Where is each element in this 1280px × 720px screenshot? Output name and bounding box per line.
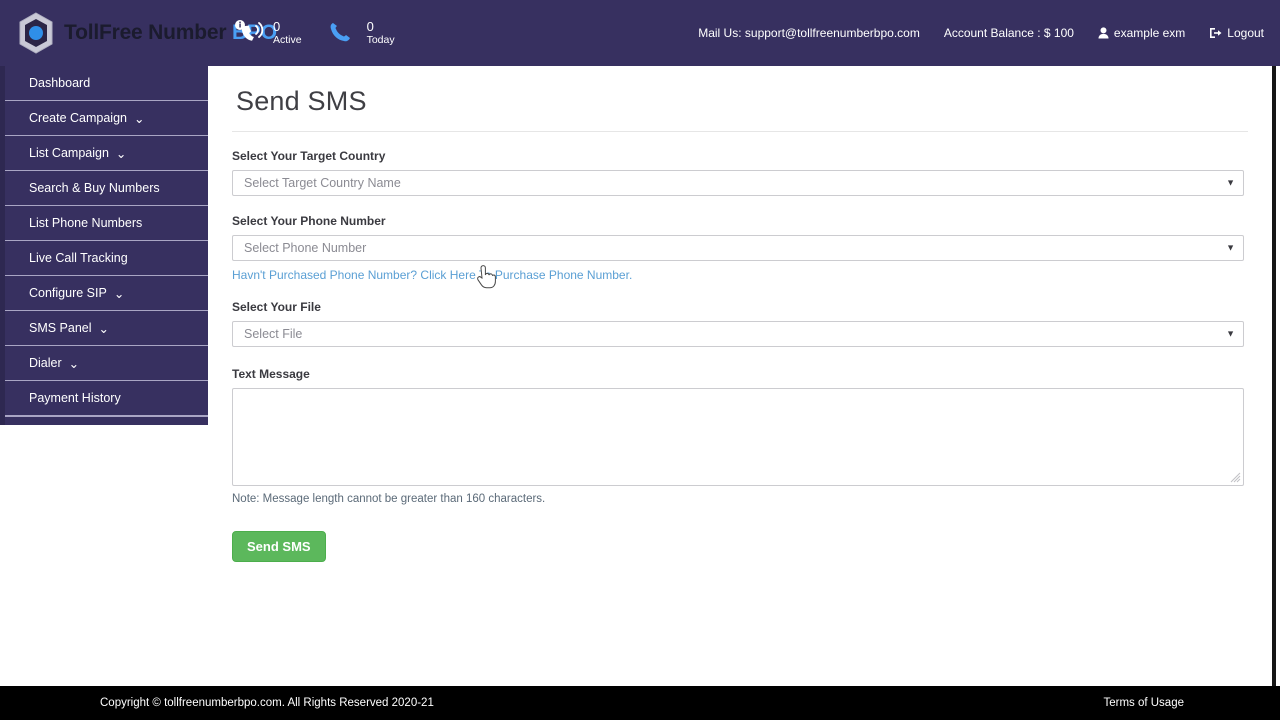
- send-sms-form: Select Your Target Country Select Target…: [232, 132, 1248, 562]
- sidebar-item-label: Configure SIP: [29, 286, 107, 300]
- field-target-country: Select Your Target Country Select Target…: [232, 149, 1248, 196]
- stat-active-value: 0: [273, 18, 281, 34]
- sidebar-item-configure-sip[interactable]: Configure SIP ⌄: [5, 276, 208, 311]
- target-country-value: Select Target Country Name: [244, 176, 401, 190]
- message-length-note: Note: Message length cannot be greater t…: [232, 493, 546, 505]
- sidebar-item-list-campaign[interactable]: List Campaign ⌄: [5, 136, 208, 171]
- sidebar-item-label: Dashboard: [29, 76, 91, 90]
- chevron-down-icon: ▼: [1226, 328, 1235, 339]
- hexagon-circle-logo-icon: [16, 11, 56, 55]
- chevron-down-icon: ⌄: [113, 286, 125, 301]
- header-right-links: Mail Us: support@tollfreenumberbpo.com A…: [698, 26, 1280, 40]
- sidebar-item-payment-history[interactable]: Payment History: [5, 381, 208, 416]
- stat-today-value: 0: [366, 18, 374, 34]
- sidebar-item-sms-panel[interactable]: SMS Panel ⌄: [5, 311, 208, 346]
- sidebar-item-search-buy-numbers[interactable]: Search & Buy Numbers: [5, 171, 208, 206]
- chevron-down-icon: ⌄: [133, 111, 145, 126]
- sidebar-item-label: Payment History: [29, 391, 121, 405]
- sidebar-item-dashboard[interactable]: Dashboard: [5, 66, 208, 101]
- target-country-select[interactable]: Select Target Country Name ▼: [232, 170, 1244, 196]
- send-sms-button[interactable]: Send SMS: [232, 531, 326, 562]
- user-profile-link[interactable]: example exm: [1098, 26, 1185, 40]
- stat-today-label: Today: [366, 34, 395, 47]
- phone-number-value: Select Phone Number: [244, 241, 367, 255]
- header-stats: 0 Active 0 Today: [234, 19, 395, 47]
- top-header-bar: TollFree Number BPO 0 Active 0 Today Mai…: [0, 0, 1280, 66]
- sidebar-item-label: List Campaign: [29, 146, 109, 160]
- sidebar-navigation: Dashboard Create Campaign ⌄ List Campaig…: [0, 66, 208, 425]
- page-footer: Copyright © tollfreenumberbpo.com. All R…: [0, 686, 1280, 720]
- sidebar-item-label: Search & Buy Numbers: [29, 181, 160, 195]
- main-content-panel: Send SMS Select Your Target Country Sele…: [208, 66, 1276, 686]
- stat-today-calls[interactable]: 0 Today: [328, 19, 395, 47]
- stat-active-calls[interactable]: 0 Active: [234, 19, 302, 47]
- chevron-down-icon: ▼: [1226, 242, 1235, 253]
- sidebar-item-live-call-tracking[interactable]: Live Call Tracking: [5, 241, 208, 276]
- phone-handset-icon: [328, 19, 360, 47]
- chevron-down-icon: ⌄: [115, 146, 127, 161]
- page-title: Send SMS: [232, 66, 1248, 132]
- stat-active-label: Active: [273, 34, 302, 47]
- chevron-down-icon: ▼: [1226, 177, 1235, 188]
- copyright-text: Copyright © tollfreenumberbpo.com. All R…: [100, 697, 434, 709]
- sidebar-item-label: Live Call Tracking: [29, 251, 128, 265]
- logout-button[interactable]: Logout: [1209, 26, 1264, 40]
- sidebar-item-label: Dialer: [29, 356, 62, 370]
- brand-title-main: TollFree Number: [64, 21, 232, 44]
- chevron-down-icon: ⌄: [68, 356, 80, 371]
- field-text-message: Text Message Note: Message length cannot…: [232, 367, 1248, 505]
- app-window: TollFree Number BPO 0 Active 0 Today Mai…: [0, 0, 1280, 720]
- chevron-down-icon: ⌄: [98, 321, 110, 336]
- purchase-phone-number-link[interactable]: Havn't Purchased Phone Number? Click Her…: [232, 268, 632, 282]
- field-phone-number: Select Your Phone Number Select Phone Nu…: [232, 214, 1248, 282]
- phone-number-select[interactable]: Select Phone Number ▼: [232, 235, 1244, 261]
- field-select-file: Select Your File Select File ▼: [232, 300, 1248, 347]
- select-file-select[interactable]: Select File ▼: [232, 321, 1244, 347]
- terms-of-usage-link[interactable]: Terms of Usage: [1103, 697, 1184, 709]
- phone-waves-info-icon: [234, 19, 266, 47]
- phone-number-label: Select Your Phone Number: [232, 214, 386, 228]
- mail-us-text: Mail Us: support@tollfreenumberbpo.com: [698, 26, 920, 40]
- sidebar-item-label: SMS Panel: [29, 321, 92, 335]
- select-file-value: Select File: [244, 327, 303, 341]
- account-balance-text: Account Balance : $ 100: [943, 26, 1074, 40]
- select-file-label: Select Your File: [232, 300, 321, 314]
- sidebar-bottom-strip: [5, 416, 208, 422]
- sidebar-item-list-phone-numbers[interactable]: List Phone Numbers: [5, 206, 208, 241]
- target-country-label: Select Your Target Country: [232, 149, 386, 163]
- user-icon: [1098, 27, 1109, 39]
- sidebar-item-label: List Phone Numbers: [29, 216, 143, 230]
- user-name-label: example exm: [1113, 26, 1186, 40]
- sidebar-item-label: Create Campaign: [29, 111, 127, 125]
- brand-logo-area[interactable]: TollFree Number BPO: [0, 0, 277, 66]
- sidebar-item-create-campaign[interactable]: Create Campaign ⌄: [5, 101, 208, 136]
- sidebar-item-dialer[interactable]: Dialer ⌄: [5, 346, 208, 381]
- logout-icon: [1209, 27, 1222, 39]
- text-message-label: Text Message: [232, 367, 310, 381]
- text-message-textarea[interactable]: [232, 388, 1244, 486]
- logout-label: Logout: [1227, 26, 1264, 40]
- resize-handle-icon[interactable]: [1229, 471, 1241, 483]
